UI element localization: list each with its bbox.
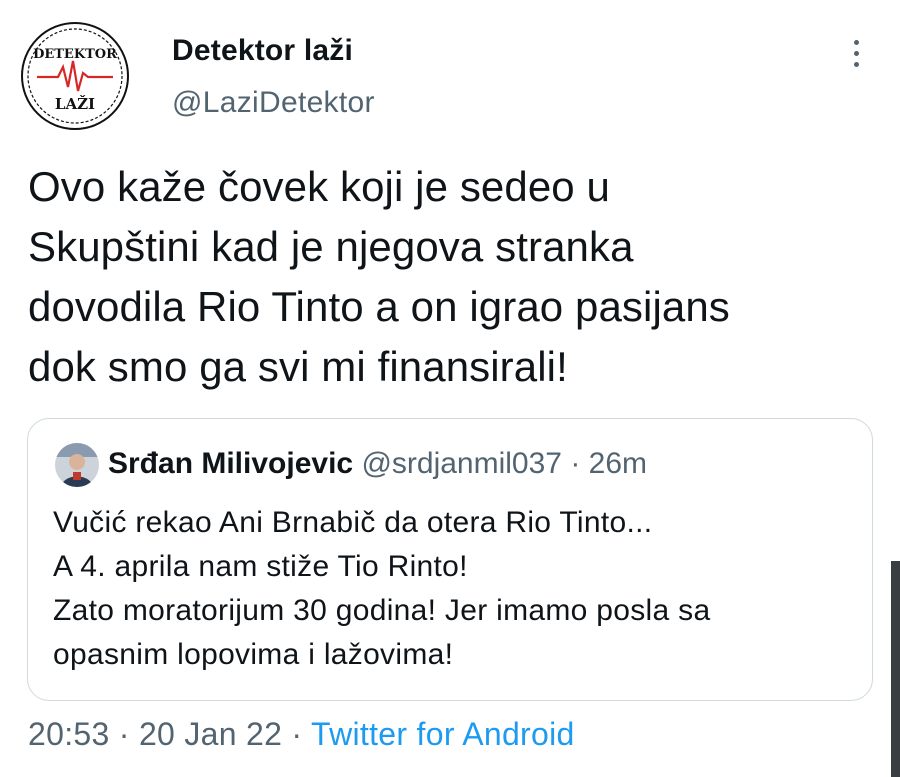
- quoted-time[interactable]: 26m: [589, 447, 647, 480]
- author-avatar[interactable]: DETEKTOR LAŽI: [20, 21, 130, 131]
- quoted-text-line: Vučić rekao Ani Brnabič da otera Rio Tin…: [53, 506, 653, 539]
- tweet-text-line: dovodila Rio Tinto a on igrao pasijans: [28, 283, 730, 330]
- tweet-text: Ovo kaže čovek koji je sedeo u Skupštini…: [28, 157, 888, 397]
- footer-separator: ·: [291, 716, 303, 752]
- more-vertical-icon-dot: [854, 51, 859, 56]
- svg-text:DETEKTOR: DETEKTOR: [33, 47, 117, 62]
- tweet-source-link[interactable]: Twitter for Android: [311, 716, 575, 752]
- tweet-text-line: Ovo kaže čovek koji je sedeo u: [28, 163, 610, 210]
- quoted-tweet-header: Srđan Milivojevic @srdjanmil037 · 26m: [108, 447, 647, 481]
- footer-separator: ·: [118, 716, 130, 752]
- tweet: DETEKTOR LAŽI Detektor laži @LaziDetekto…: [0, 0, 900, 777]
- quoted-text-line: Zato moratorijum 30 godina! Jer imamo po…: [53, 594, 711, 627]
- more-vertical-icon: [854, 40, 859, 45]
- quoted-separator: ·: [570, 447, 581, 480]
- quoted-text-line: opasnim lopovima i lažovima!: [53, 638, 454, 671]
- quoted-author-avatar[interactable]: [55, 443, 99, 487]
- avatar-photo-icon: [55, 443, 99, 487]
- scrollbar[interactable]: [891, 561, 900, 777]
- tweet-text-line: Skupštini kad je njegova stranka: [28, 223, 634, 270]
- tweet-footer: 20:53 · 20 Jan 22 · Twitter for Android: [28, 716, 575, 753]
- author-display-name[interactable]: Detektor laži: [172, 34, 353, 68]
- svg-text:LAŽI: LAŽI: [55, 95, 95, 113]
- quoted-tweet-card[interactable]: Srđan Milivojevic @srdjanmil037 · 26m Vu…: [27, 418, 873, 701]
- quoted-author-handle[interactable]: @srdjanmil037: [361, 447, 562, 480]
- tweet-date[interactable]: 20 Jan 22: [139, 716, 282, 752]
- quoted-text-line: A 4. aprila nam stiže Tio Rinto!: [53, 550, 468, 583]
- detektor-lazi-logo: DETEKTOR LAŽI: [21, 22, 129, 130]
- tweet-time[interactable]: 20:53: [28, 716, 110, 752]
- author-handle[interactable]: @LaziDetektor: [172, 86, 375, 120]
- more-options-button[interactable]: [844, 36, 870, 72]
- more-vertical-icon-dot: [854, 62, 859, 67]
- quoted-tweet-text: Vučić rekao Ani Brnabič da otera Rio Tin…: [53, 501, 853, 677]
- quoted-author-name[interactable]: Srđan Milivojevic: [108, 447, 353, 480]
- tweet-text-line: dok smo ga svi mi finansirali!: [28, 343, 568, 390]
